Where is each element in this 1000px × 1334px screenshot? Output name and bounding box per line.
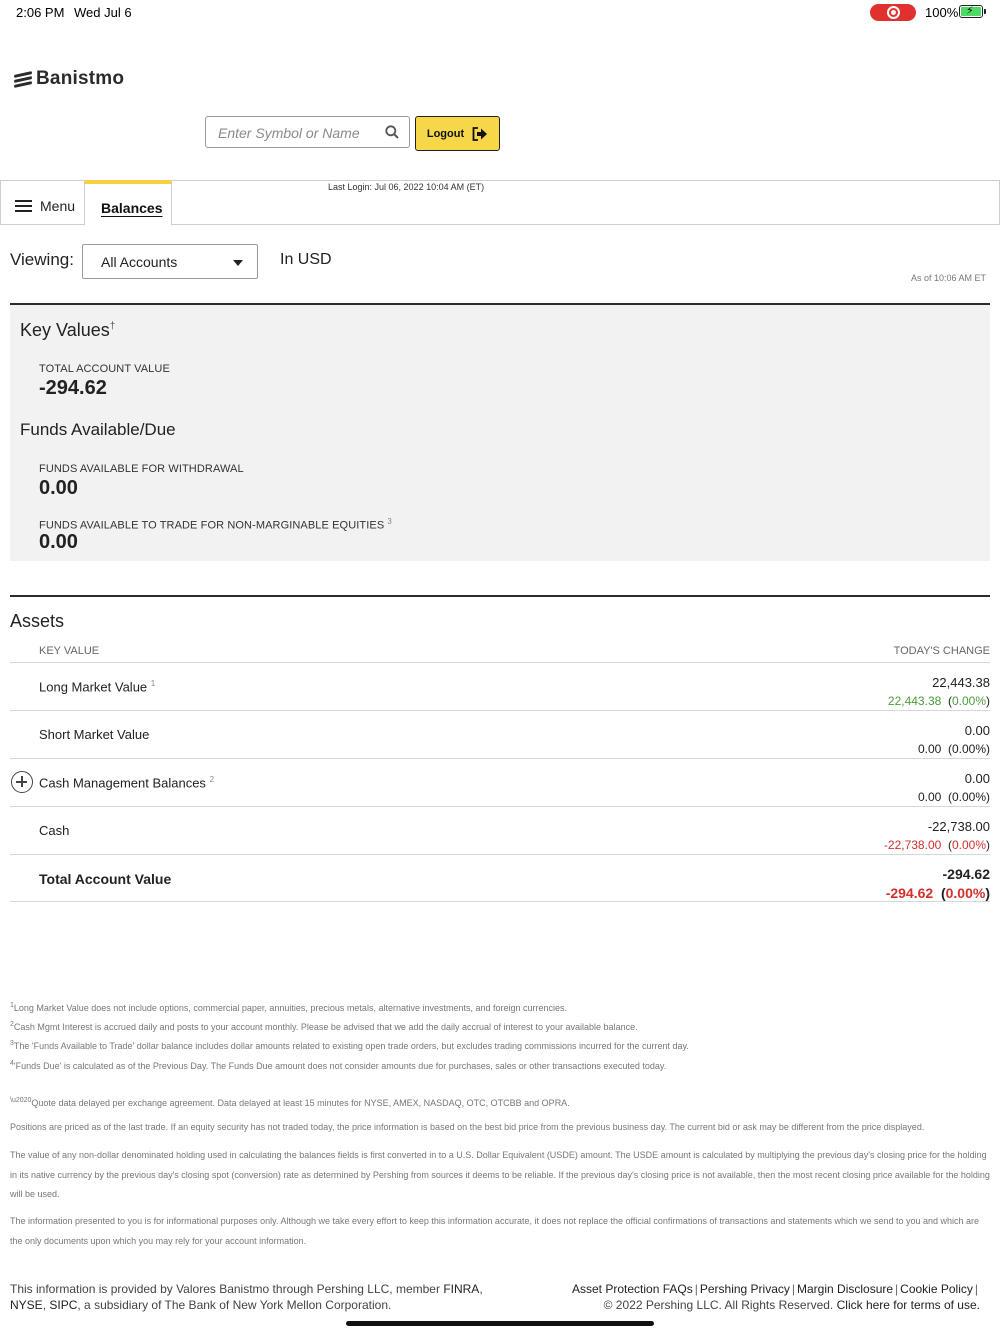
row-label: Long Market Value 1 (39, 679, 156, 695)
row-value: -294.62 (942, 866, 990, 882)
home-indicator[interactable] (346, 1321, 654, 1326)
banistmo-logo[interactable]: Banistmo (14, 66, 124, 92)
table-row: Short Market Value 0.00 0.00 (0.00%) (10, 710, 990, 758)
assets-title: Assets (10, 611, 65, 631)
menu-button[interactable]: Menu (15, 198, 75, 214)
total-account-value-label: TOTAL ACCOUNT VALUE (39, 363, 170, 375)
table-row-total: Total Account Value -294.62 -294.62 (0.0… (10, 854, 990, 902)
row-change: -294.62 (0.00%) (885, 885, 990, 901)
funds-trade-value: 0.00 (39, 531, 78, 553)
row-label: Cash Management Balances 2 (39, 775, 215, 791)
row-change: 0.00 (0.00%) (917, 742, 990, 756)
margin-disclosure-link[interactable]: Margin Disclosure (797, 1282, 893, 1296)
brand-name: Banistmo (36, 68, 125, 89)
row-value: -22,738.00 (927, 819, 990, 834)
row-value: 0.00 (964, 771, 990, 786)
footnote-quote-delay: \u2020Quote data delayed per exchange ag… (10, 1097, 570, 1108)
pershing-privacy-link[interactable]: Pershing Privacy (700, 1282, 790, 1296)
table-row: Long Market Value 1 22,443.38 22,443.38 … (10, 662, 990, 710)
row-label: Total Account Value (39, 871, 172, 887)
finra-link[interactable]: FINRA (443, 1282, 479, 1296)
status-date: Wed Jul 6 (74, 5, 132, 20)
tab-balances-label: Balances (101, 200, 163, 216)
viewing-label: Viewing: (10, 250, 74, 269)
cookie-policy-link[interactable]: Cookie Policy (900, 1282, 973, 1296)
sipc-link[interactable]: SIPC (49, 1298, 77, 1312)
banistmo-logo-icon (14, 70, 32, 88)
footnote-4: 4'Funds Due' is calculated as of the Pre… (10, 1060, 667, 1071)
tab-balances[interactable]: Balances (84, 180, 172, 225)
footnote-positions: Positions are priced as of the last trad… (10, 1122, 925, 1132)
nav-bar: Menu Balances Last Login: Jul 06, 2022 1… (0, 180, 1000, 225)
copyright: © 2022 Pershing LLC. All Rights Reserved… (603, 1298, 834, 1312)
last-login: Last Login: Jul 06, 2022 10:04 AM (ET) (328, 182, 485, 192)
footnote-info: The information presented to you is for … (10, 1216, 980, 1246)
caret-down-icon (233, 260, 243, 266)
row-label: Short Market Value (39, 727, 150, 742)
row-label: Cash (39, 823, 70, 838)
row-value: 22,443.38 (932, 675, 990, 690)
row-change: 0.00 (0.00%) (917, 790, 990, 804)
key-values-title: Key Values† (20, 320, 116, 340)
logout-label: Logout (426, 127, 465, 140)
funds-available-title: Funds Available/Due (20, 420, 176, 439)
total-account-value: -294.62 (39, 377, 107, 399)
table-row: Cash -22,738.00 -22,738.00 (0.00%) (10, 806, 990, 854)
battery-cap (984, 9, 986, 14)
logout-button[interactable]: Logout (415, 116, 500, 151)
screen-record-icon[interactable] (870, 4, 916, 21)
as-of-time: As of 10:06 AM ET (910, 273, 986, 283)
assets-table: Long Market Value 1 22,443.38 22,443.38 … (10, 662, 990, 902)
row-change: -22,738.00 (0.00%) (883, 838, 990, 852)
search-input[interactable] (218, 123, 378, 143)
search-icon[interactable] (385, 125, 399, 139)
footer-links: Asset Protection FAQs | Pershing Privacy | M… (572, 1282, 980, 1312)
row-change: 22,443.38 (0.00%) (887, 694, 990, 708)
account-select[interactable]: All Accounts (82, 244, 258, 279)
funds-trade-label: FUNDS AVAILABLE TO TRADE FOR NON-MARGINA… (39, 517, 392, 532)
battery-icon: ⚡ (959, 5, 983, 18)
logout-icon (472, 126, 488, 141)
funds-withdrawal-label: FUNDS AVAILABLE FOR WITHDRAWAL (39, 463, 244, 475)
table-row: Cash Management Balances 2 0.00 0.00 (0.… (10, 758, 990, 806)
col-todays-change: TODAY'S CHANGE (893, 645, 990, 657)
account-select-value: All Accounts (101, 254, 178, 270)
col-key-value: KEY VALUE (39, 645, 100, 657)
hamburger-icon (15, 199, 32, 213)
battery-percent: 100% (925, 5, 959, 20)
terms-of-use-link[interactable]: Click here for terms of use. (837, 1298, 980, 1312)
funds-withdrawal-value: 0.00 (39, 477, 78, 499)
assets-divider (10, 595, 990, 597)
symbol-search[interactable] (205, 116, 410, 148)
currency-label: In USD (280, 251, 332, 268)
status-time: 2:06 PM (16, 5, 65, 20)
asset-protection-faqs-link[interactable]: Asset Protection FAQs (572, 1282, 693, 1296)
footnote-usde: The value of any non-dollar denominated … (10, 1150, 990, 1199)
row-value: 0.00 (964, 723, 990, 738)
expand-plus-icon[interactable] (11, 771, 33, 793)
nyse-link[interactable]: NYSE (10, 1298, 43, 1312)
menu-label: Menu (40, 198, 76, 214)
footer-disclosure: This information is provided by Valores … (10, 1282, 483, 1312)
